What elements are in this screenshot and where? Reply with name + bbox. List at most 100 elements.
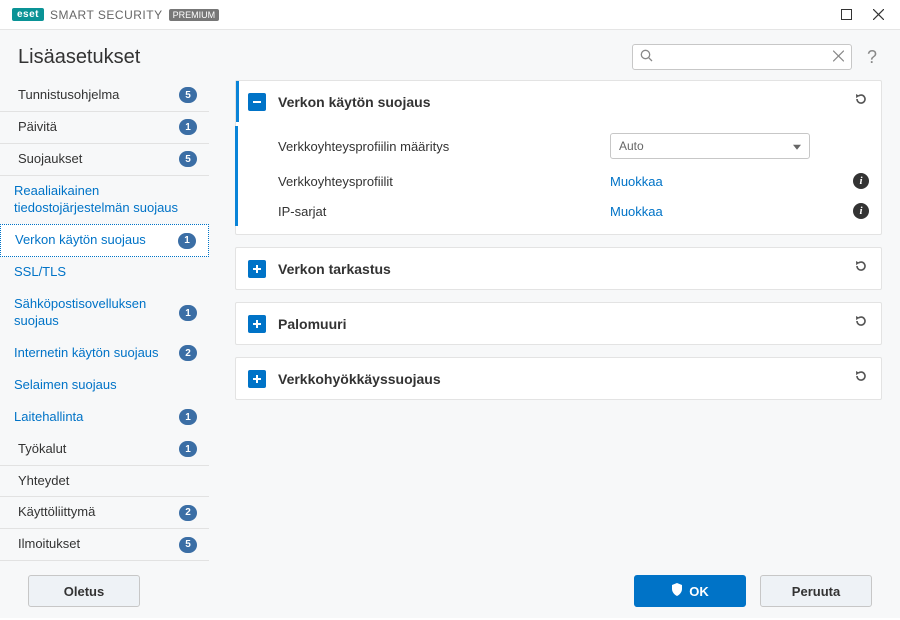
info-icon[interactable]: i: [853, 203, 869, 219]
panel-title: Palomuuri: [278, 316, 841, 332]
row-profile-assignment: Verkkoyhteysprofiilin määritys Auto: [235, 126, 881, 166]
edit-ipsets-link[interactable]: Muokkaa: [610, 204, 663, 219]
revert-icon[interactable]: [853, 258, 869, 279]
panel-header-network-attack-protection[interactable]: Verkkohyökkäyssuojaus: [236, 358, 881, 399]
row-ip-sets: IP-sarjat Muokkaa i: [235, 196, 881, 226]
help-icon[interactable]: ?: [862, 47, 882, 68]
collapse-icon: [248, 93, 266, 111]
sidebar-item-label: Reaaliaikainen tiedostojärjestelmän suoj…: [14, 183, 197, 217]
topbar-right: ?: [632, 44, 882, 70]
revert-icon[interactable]: [853, 313, 869, 334]
close-button[interactable]: [864, 4, 892, 26]
topbar: Lisäasetukset ?: [0, 30, 900, 80]
sidebar-badge: 5: [179, 537, 197, 553]
sidebar-item-label: Käyttöliittymä: [18, 504, 173, 521]
sidebar: Tunnistusohjelma 5 Päivitä 1 Suojaukset 5 Reaa…: [0, 80, 215, 564]
sidebar-item-11[interactable]: Yhteydet: [0, 466, 209, 498]
row-label: Verkkoyhteysprofiilit: [278, 174, 598, 189]
sidebar-item-13[interactable]: Ilmoitukset 5: [0, 529, 209, 561]
sidebar-item-label: Laitehallinta: [14, 409, 173, 426]
content: Verkon käytön suojaus Verkkoyhteysprofii…: [215, 80, 900, 564]
panel-network-inspection: Verkon tarkastus: [235, 247, 882, 290]
sidebar-item-7[interactable]: Internetin käytön suojaus 2: [0, 338, 209, 370]
row-label: Verkkoyhteysprofiilin määritys: [278, 139, 598, 154]
sidebar-badge: 1: [179, 305, 197, 321]
panel-title: Verkon käytön suojaus: [278, 94, 841, 110]
panel-title: Verkkohyökkäyssuojaus: [278, 371, 841, 387]
sidebar-item-label: Tunnistusohjelma: [18, 87, 173, 104]
sidebar-badge: 1: [178, 233, 196, 249]
row-control: Muokkaa: [610, 204, 810, 219]
ok-label: OK: [689, 584, 709, 599]
panel-title: Verkon tarkastus: [278, 261, 841, 277]
sidebar-item-label: Ilmoitukset: [18, 536, 173, 553]
maximize-icon: [841, 9, 852, 20]
defaults-button[interactable]: Oletus: [28, 575, 140, 607]
shield-icon: [671, 583, 683, 599]
sidebar-badge: 1: [179, 119, 197, 135]
sidebar-badge: 1: [179, 409, 197, 425]
brand-product: SMART SECURITY: [50, 8, 163, 22]
panel-network-attack-protection: Verkkohyökkäyssuojaus: [235, 357, 882, 400]
revert-icon[interactable]: [853, 91, 869, 112]
page-title: Lisäasetukset: [18, 46, 140, 69]
main: Tunnistusohjelma 5 Päivitä 1 Suojaukset 5 Reaa…: [0, 80, 900, 564]
sidebar-item-label: Internetin käytön suojaus: [14, 345, 173, 362]
edit-profiles-link[interactable]: Muokkaa: [610, 174, 663, 189]
sidebar-item-label: Yhteydet: [18, 473, 197, 490]
sidebar-badge: 5: [179, 151, 197, 167]
row-control: Muokkaa: [610, 174, 810, 189]
sidebar-badge: 2: [179, 345, 197, 361]
search-wrap: [632, 44, 852, 70]
sidebar-item-5[interactable]: SSL/TLS: [0, 257, 209, 289]
window-controls: [832, 4, 892, 26]
clear-search-icon[interactable]: [833, 50, 844, 65]
select-value: Auto: [619, 139, 644, 153]
sidebar-item-label: Selaimen suojaus: [14, 377, 197, 394]
info-icon[interactable]: i: [853, 173, 869, 189]
expand-icon: [248, 260, 266, 278]
panel-header-firewall[interactable]: Palomuuri: [236, 303, 881, 344]
panel-network-access-protection: Verkon käytön suojaus Verkkoyhteysprofii…: [235, 80, 882, 235]
sidebar-item-9[interactable]: Laitehallinta 1: [0, 402, 209, 434]
sidebar-item-label: Suojaukset: [18, 151, 173, 168]
sidebar-item-14[interactable]: Tietosuoja-asetukset: [0, 561, 209, 564]
sidebar-item-label: Sähköpostisovelluksen suojaus: [14, 296, 173, 330]
sidebar-item-0[interactable]: Tunnistusohjelma 5: [0, 80, 209, 112]
panel-header-network-inspection[interactable]: Verkon tarkastus: [236, 248, 881, 289]
panel-firewall: Palomuuri: [235, 302, 882, 345]
expand-icon: [248, 315, 266, 333]
sidebar-item-2[interactable]: Suojaukset 5: [0, 144, 209, 176]
sidebar-badge: 1: [179, 441, 197, 457]
sidebar-item-label: Työkalut: [18, 441, 173, 458]
brand: eset SMART SECURITY PREMIUM: [12, 8, 219, 22]
sidebar-badge: 2: [179, 505, 197, 521]
sidebar-item-label: SSL/TLS: [14, 264, 197, 281]
ok-button[interactable]: OK: [634, 575, 746, 607]
panel-header-network-access-protection[interactable]: Verkon käytön suojaus: [236, 81, 881, 122]
expand-icon: [248, 370, 266, 388]
row-profiles: Verkkoyhteysprofiilit Muokkaa i: [235, 166, 881, 196]
profile-select[interactable]: Auto: [610, 133, 810, 159]
sidebar-item-12[interactable]: Käyttöliittymä 2: [0, 497, 209, 529]
sidebar-item-8[interactable]: Selaimen suojaus: [0, 370, 209, 402]
sidebar-item-3[interactable]: Reaaliaikainen tiedostojärjestelmän suoj…: [0, 176, 209, 225]
footer: Oletus OK Peruuta: [0, 564, 900, 618]
maximize-button[interactable]: [832, 4, 860, 26]
sidebar-badge: 5: [179, 87, 197, 103]
brand-tier: PREMIUM: [169, 9, 220, 21]
sidebar-item-label: Verkon käytön suojaus: [15, 232, 172, 249]
search-input[interactable]: [632, 44, 852, 70]
close-icon: [873, 9, 884, 20]
sidebar-item-6[interactable]: Sähköpostisovelluksen suojaus 1: [0, 289, 209, 338]
revert-icon[interactable]: [853, 368, 869, 389]
row-control: Auto: [610, 133, 810, 159]
row-label: IP-sarjat: [278, 204, 598, 219]
sidebar-item-label: Päivitä: [18, 119, 173, 136]
panel-body: Verkkoyhteysprofiilin määritys Auto Verk…: [236, 122, 881, 234]
sidebar-item-1[interactable]: Päivitä 1: [0, 112, 209, 144]
footer-right: OK Peruuta: [634, 575, 872, 607]
sidebar-item-4[interactable]: Verkon käytön suojaus 1: [0, 224, 209, 257]
sidebar-item-10[interactable]: Työkalut 1: [0, 434, 209, 466]
cancel-button[interactable]: Peruuta: [760, 575, 872, 607]
